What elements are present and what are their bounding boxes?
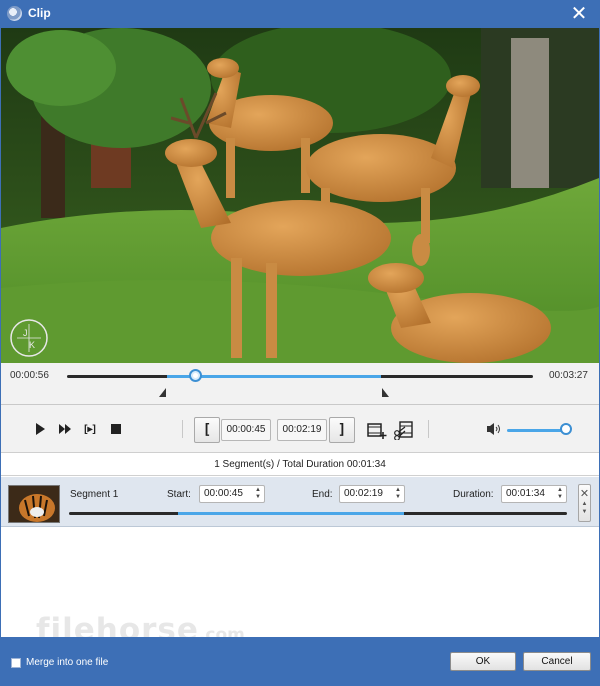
play-icon[interactable] xyxy=(33,419,47,439)
fast-forward-icon[interactable] xyxy=(57,419,73,439)
segment-end-value: 00:02:19 xyxy=(344,488,383,499)
playhead-knob[interactable] xyxy=(189,369,202,382)
spinner-arrows-icon[interactable]: ▲ ▼ xyxy=(556,487,564,501)
video-frame-image xyxy=(1,28,599,363)
film-plus-icon[interactable] xyxy=(367,420,387,440)
spinner-arrows-icon[interactable]: ▲ ▼ xyxy=(394,487,402,501)
move-down-icon[interactable]: ▼ xyxy=(579,508,590,516)
segment-actions: ✕ ▲ ▼ xyxy=(578,484,591,522)
progress-track[interactable] xyxy=(67,375,533,378)
ok-button[interactable]: OK xyxy=(450,652,516,671)
remove-segment-icon[interactable]: ✕ xyxy=(579,487,590,500)
set-end-button[interactable]: ] xyxy=(329,417,355,443)
svg-text:J: J xyxy=(23,328,28,338)
speaker-icon[interactable] xyxy=(486,422,502,436)
app-icon xyxy=(7,6,22,21)
current-time: 00:00:56 xyxy=(10,370,49,381)
start-label: Start: xyxy=(167,489,191,500)
segment-range xyxy=(178,512,404,515)
segment-summary: 1 Segment(s) / Total Duration 00:01:34 xyxy=(1,454,599,476)
duration-label: Duration: xyxy=(453,489,494,500)
start-marker[interactable] xyxy=(159,388,166,397)
svg-text:K: K xyxy=(29,340,35,350)
segment-name: Segment 1 xyxy=(70,489,119,500)
timeline: 00:00:56 00:03:27 xyxy=(1,363,599,405)
watermark-logo: J K xyxy=(10,319,48,357)
volume-knob[interactable] xyxy=(560,423,572,435)
end-time-field[interactable]: 00:02:19 xyxy=(277,419,327,441)
segment-duration-field[interactable]: 00:01:34 ▲ ▼ xyxy=(501,485,567,503)
total-time: 00:03:27 xyxy=(549,370,588,381)
separator xyxy=(182,420,183,438)
dialog-footer: Merge into one file OK Cancel xyxy=(0,637,600,686)
segment-duration-value: 00:01:34 xyxy=(506,488,545,499)
end-label: End: xyxy=(312,489,333,500)
segment-end-field[interactable]: 00:02:19 ▲ ▼ xyxy=(339,485,405,503)
start-time-field[interactable]: 00:00:45 xyxy=(221,419,271,441)
move-up-icon[interactable]: ▲ xyxy=(579,500,590,508)
set-start-button[interactable]: [ xyxy=(194,417,220,443)
cancel-button[interactable]: Cancel xyxy=(523,652,591,671)
merge-checkbox[interactable]: Merge into one file xyxy=(11,657,108,668)
checkbox-icon[interactable] xyxy=(11,657,21,668)
spinner-arrows-icon[interactable]: ▲ ▼ xyxy=(254,487,262,501)
end-marker[interactable] xyxy=(382,388,389,397)
stop-icon[interactable] xyxy=(109,419,123,439)
window-title: Clip xyxy=(28,6,51,20)
segment-row[interactable]: Segment 1 Start: 00:00:45 ▲ ▼ End: 00:02:… xyxy=(1,477,599,527)
scissors-film-icon[interactable] xyxy=(393,420,413,441)
step-frame-button[interactable]: [▸] xyxy=(81,419,99,439)
clip-dialog: J K 00:00:56 00:03:27 [▸] [ 00:00:45 00:… xyxy=(1,28,599,648)
segment-start-value: 00:00:45 xyxy=(204,488,243,499)
video-preview: J K xyxy=(1,28,599,363)
segment-track xyxy=(69,512,567,515)
playback-controls: [▸] [ 00:00:45 00:02:19 ] xyxy=(1,405,599,453)
title-bar: Clip ✕ xyxy=(0,0,600,28)
merge-label: Merge into one file xyxy=(26,657,109,668)
segment-start-field[interactable]: 00:00:45 ▲ ▼ xyxy=(199,485,265,503)
segment-thumbnail xyxy=(8,485,60,523)
close-icon[interactable]: ✕ xyxy=(568,3,590,25)
separator xyxy=(428,420,429,438)
